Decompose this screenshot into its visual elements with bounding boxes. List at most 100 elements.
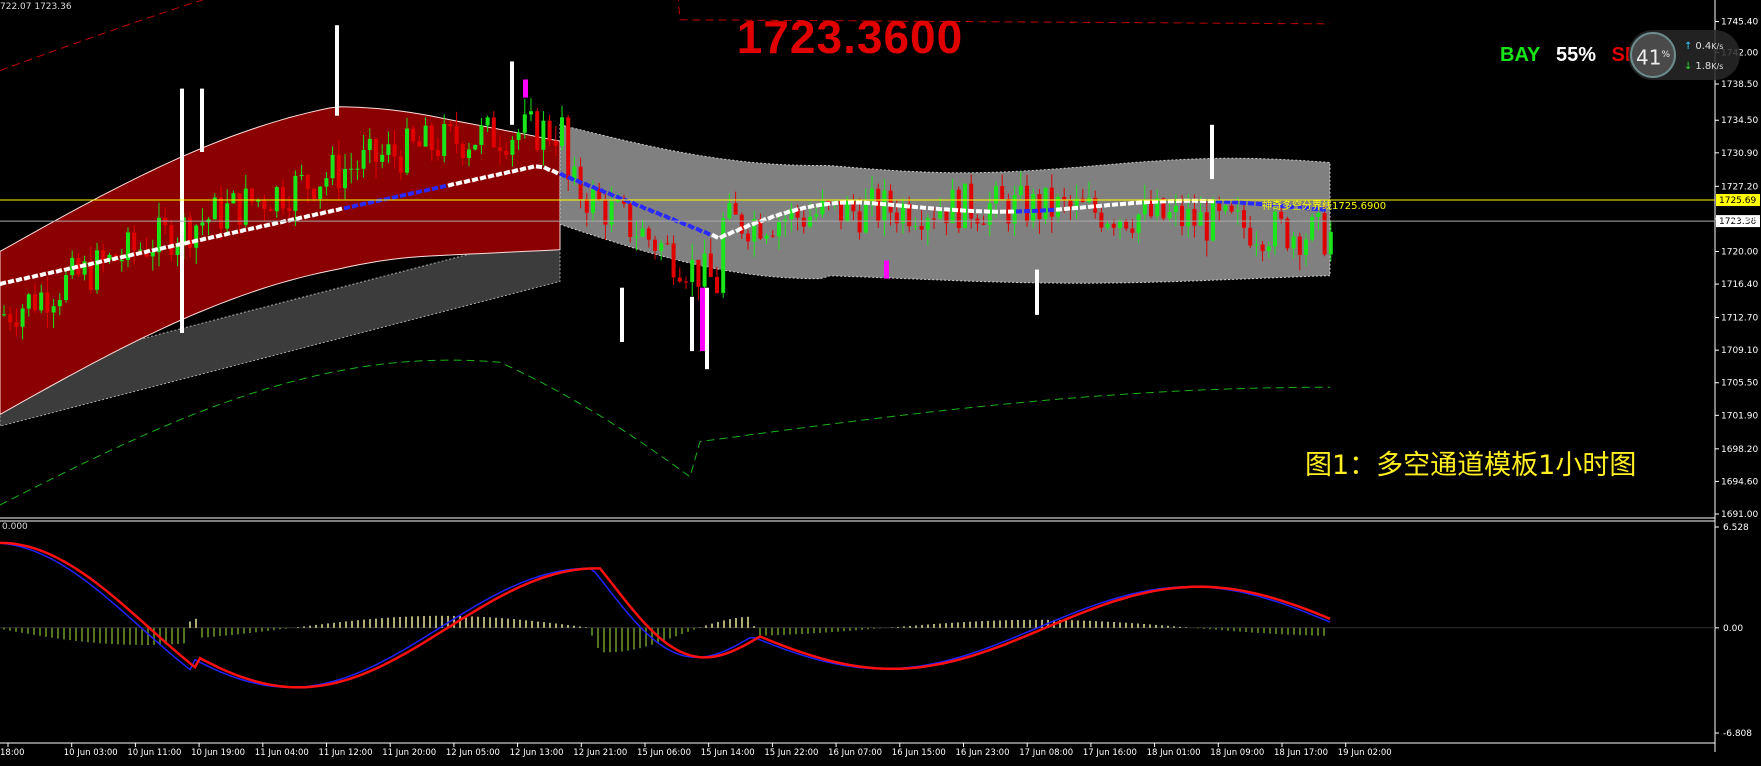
trend-segment	[455, 180, 463, 186]
candle-body	[1025, 185, 1029, 222]
trend-segment	[71, 264, 79, 271]
candle-body	[1316, 213, 1321, 217]
candle-body	[274, 187, 279, 212]
trend-segment	[159, 245, 167, 251]
trend-segment	[1103, 202, 1111, 208]
trend-segment	[351, 203, 359, 209]
trend-segment	[1071, 205, 1079, 211]
candle-body	[615, 200, 620, 202]
trend-segment	[439, 183, 447, 190]
trend-segment	[239, 227, 247, 234]
candle-body	[349, 168, 354, 170]
cpu-unit: %	[1661, 50, 1670, 60]
candle-body	[374, 138, 378, 162]
candle-body	[212, 197, 217, 220]
candle-body	[336, 154, 341, 189]
time-tick-label: 11 Jun 12:00	[319, 748, 373, 758]
upload-arrow-icon: ↑	[1684, 41, 1693, 52]
candle-body	[95, 250, 99, 290]
trend-segment	[367, 199, 375, 206]
candle-body	[132, 232, 137, 251]
trend-segment	[447, 181, 455, 188]
candle-body	[1297, 236, 1302, 255]
trend-segment	[1087, 204, 1095, 209]
trend-segment	[911, 204, 919, 210]
trend-segment	[183, 239, 191, 246]
candle-body	[57, 300, 62, 307]
trend-segment	[511, 167, 519, 174]
cpu-gauge: 41%	[1630, 32, 1676, 78]
trend-segment	[863, 200, 871, 206]
signal-bar	[705, 287, 709, 370]
trend-segment	[1119, 201, 1127, 207]
candle-body	[541, 120, 546, 150]
network-monitor-widget[interactable]: 41% ↑ 0.4K/s ↓ 1.8K/s	[1628, 30, 1740, 80]
trend-segment	[303, 213, 311, 220]
trend-segment	[519, 166, 527, 172]
price-tick-label: 1738.50	[1721, 80, 1758, 90]
candle-body	[547, 120, 552, 141]
candle-body	[733, 203, 738, 215]
trend-segment	[943, 207, 951, 212]
trend-segment	[103, 257, 111, 264]
price-level-tag-text: 1725.69	[1719, 196, 1756, 206]
trend-segment	[887, 202, 895, 208]
time-tick-label: 11 Jun 04:00	[255, 748, 309, 758]
trend-segment	[271, 220, 279, 227]
candle-body	[994, 186, 998, 204]
trend-segment	[871, 201, 879, 206]
price-tick-label: 1723.60	[1721, 215, 1758, 225]
candle-body	[485, 117, 490, 126]
candle-body	[1310, 216, 1315, 240]
trend-segment	[1095, 203, 1103, 209]
candle-body	[925, 218, 930, 230]
candle-body	[510, 139, 515, 155]
figure-caption: 图1：多空通道模板1小时图	[1305, 450, 1637, 481]
candle-body	[702, 253, 707, 287]
trend-segment	[903, 203, 911, 209]
candle-body	[405, 128, 409, 173]
price-tick-label: 1705.50	[1721, 379, 1758, 389]
candle-body	[690, 259, 695, 282]
trend-segment	[287, 217, 295, 223]
time-tick-label: 16 Jun 15:00	[892, 748, 946, 758]
candle-body	[522, 114, 527, 133]
candle-body	[33, 294, 37, 311]
trend-segment	[431, 185, 439, 192]
candle-body	[665, 243, 670, 245]
trend-segment	[23, 275, 31, 281]
chart-canvas: 1725.691723.36 1745.401742.001738.501734…	[0, 0, 1760, 758]
trend-segment	[775, 211, 783, 218]
candle-body	[721, 218, 726, 293]
candle-body	[981, 223, 986, 225]
candle-body	[268, 209, 273, 212]
price-tick-label: 1745.40	[1721, 18, 1758, 28]
candle-body	[150, 252, 155, 257]
trend-segment	[151, 246, 159, 253]
time-tick-label: 16 Jun 07:00	[828, 748, 882, 758]
candle-body	[746, 233, 750, 242]
candle-body	[367, 138, 372, 150]
candle-body	[361, 149, 366, 169]
candle-body	[299, 175, 304, 176]
candle-body	[863, 201, 868, 233]
candle-body	[1322, 213, 1327, 255]
time-tick-label: 12 Jun 05:00	[446, 748, 500, 758]
trend-segment	[87, 261, 95, 267]
candle-body	[454, 126, 459, 144]
trend-segment	[695, 226, 703, 234]
price-tick-label: 1694.60	[1721, 477, 1758, 487]
trend-segment	[391, 194, 399, 200]
candle-body	[219, 197, 223, 229]
download-arrow-icon: ↓	[1684, 61, 1693, 72]
candle-body	[8, 314, 13, 323]
signal-bar	[690, 296, 694, 352]
trend-segment	[223, 231, 231, 237]
time-axis: 18:00 10 Jun 03:00 10 Jun 11:00 10 Jun 19:0…	[0, 743, 1392, 758]
trend-segment	[247, 225, 255, 232]
candle-body	[919, 225, 924, 230]
candle-body	[696, 259, 701, 287]
trend-segment	[1047, 207, 1055, 213]
candle-body	[708, 253, 713, 277]
candle-body	[553, 140, 558, 146]
